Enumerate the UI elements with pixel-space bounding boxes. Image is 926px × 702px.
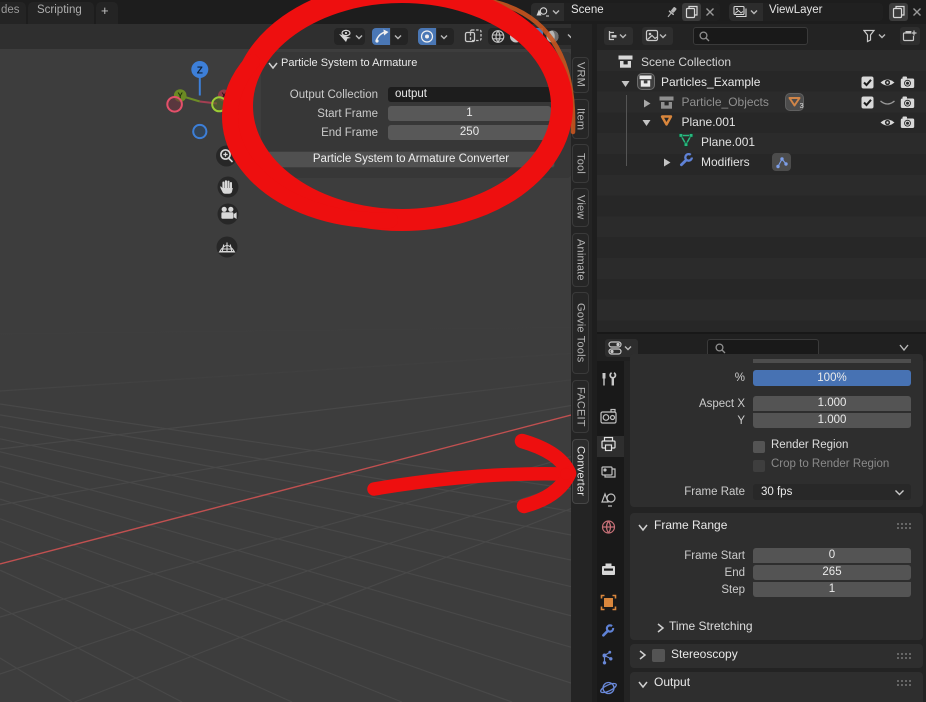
svg-text:3: 3	[800, 101, 804, 109]
svg-text:Z: Z	[197, 66, 203, 77]
